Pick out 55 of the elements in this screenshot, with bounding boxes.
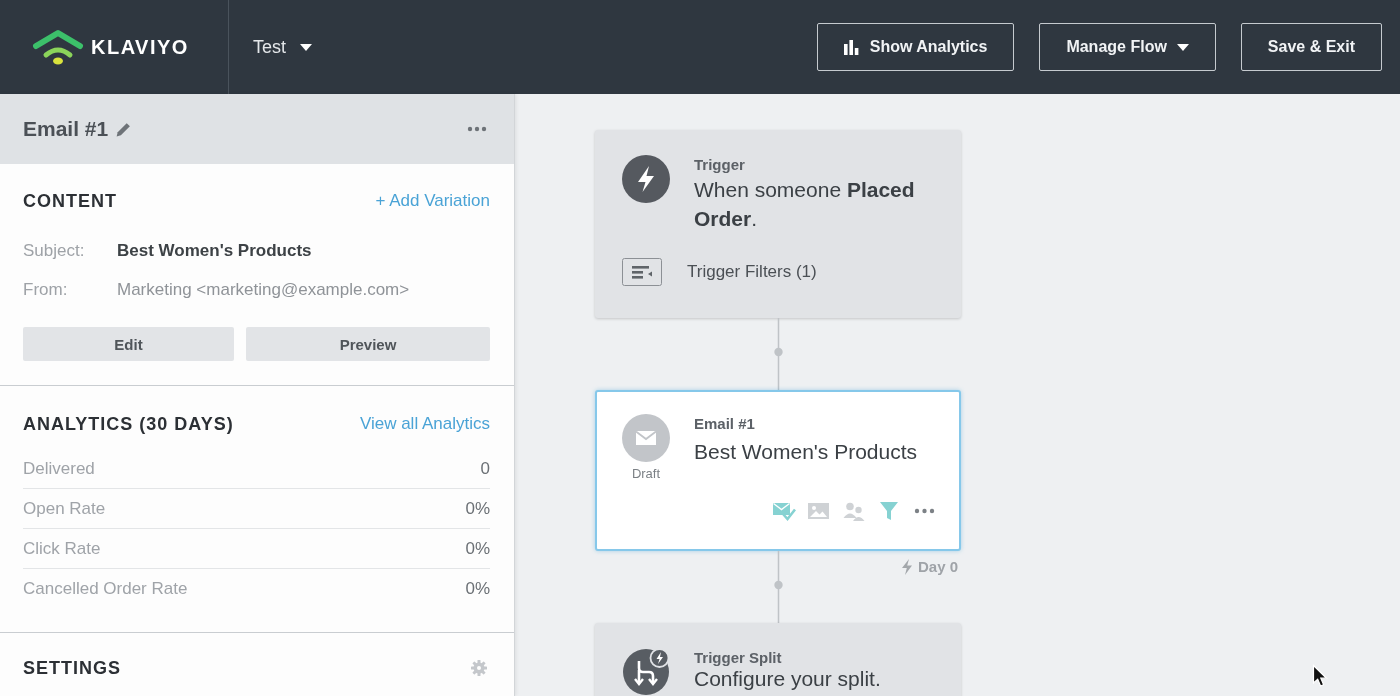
envelope-check-icon[interactable] — [772, 501, 796, 521]
status-label: Draft — [631, 466, 661, 482]
manage-flow-button[interactable]: Manage Flow — [1039, 23, 1216, 71]
connector-line — [773, 318, 783, 390]
show-analytics-button[interactable]: Show Analytics — [816, 23, 1015, 71]
cursor-icon — [1312, 664, 1328, 688]
connector-line — [773, 551, 783, 623]
field-value: Best Women's Products — [117, 241, 313, 261]
metric-value: 0 — [480, 458, 490, 479]
node-type-label: Trigger — [694, 155, 746, 175]
email-node[interactable]: Draft Email #1 Best Women's Products — [595, 390, 961, 551]
split-icon — [622, 648, 670, 696]
flow-name-dropdown[interactable]: Test — [253, 36, 312, 58]
image-icon[interactable] — [807, 501, 831, 521]
metric-label: Cancelled Order Rate — [23, 579, 188, 599]
preview-button[interactable]: Preview — [246, 327, 490, 361]
metric-label: Click Rate — [23, 538, 101, 559]
field-label: From: — [23, 280, 69, 300]
more-icon[interactable] — [914, 508, 935, 514]
caret-icon — [300, 43, 312, 51]
logo-icon — [32, 29, 84, 65]
logo-text: KLAVIYO — [91, 35, 189, 59]
node-title: When someone Placed Order. — [694, 177, 916, 232]
section-heading: SETTINGS — [23, 657, 121, 679]
node-type-label: Trigger Split — [694, 648, 783, 668]
caret-icon — [1176, 43, 1189, 51]
people-icon[interactable] — [842, 501, 866, 521]
pencil-icon[interactable] — [115, 120, 133, 138]
split-node[interactable]: Trigger Split Configure your split. — [595, 623, 961, 696]
field-label: Subject: — [23, 241, 86, 261]
metric-value: 0% — [465, 498, 490, 519]
envelope-icon — [622, 414, 670, 462]
settings-icon[interactable] — [471, 660, 487, 676]
email-name: Email #1 — [23, 117, 109, 141]
metric-label: Open Rate — [23, 498, 106, 519]
field-value: Marketing <marketing@example.com> — [117, 280, 411, 300]
save-exit-button[interactable]: Save & Exit — [1240, 23, 1382, 71]
delay-label: Day 0 — [917, 558, 958, 575]
edit-button[interactable]: Edit — [23, 327, 234, 361]
filter-list-icon[interactable] — [622, 258, 662, 286]
bar-chart-icon — [843, 39, 860, 55]
lightning-icon — [900, 558, 913, 575]
node-title: Best Women's Products — [694, 439, 919, 465]
metric-value: 0% — [465, 579, 490, 599]
filter-icon[interactable] — [877, 501, 901, 521]
section-heading: CONTENT — [23, 190, 117, 212]
section-heading: ANALYTICS (30 DAYS) — [23, 413, 234, 435]
metric-label: Delivered — [23, 458, 95, 479]
trigger-node[interactable]: Trigger When someone Placed Order. Trigger Filters (1) — [595, 130, 961, 318]
lightning-icon — [622, 155, 670, 203]
more-icon[interactable] — [467, 126, 487, 132]
node-type-label: Email #1 — [694, 414, 756, 434]
metric-value: 0% — [465, 538, 490, 559]
trigger-filters-link[interactable]: Trigger Filters (1) — [687, 262, 817, 282]
node-title: Configure your split. — [694, 668, 882, 690]
